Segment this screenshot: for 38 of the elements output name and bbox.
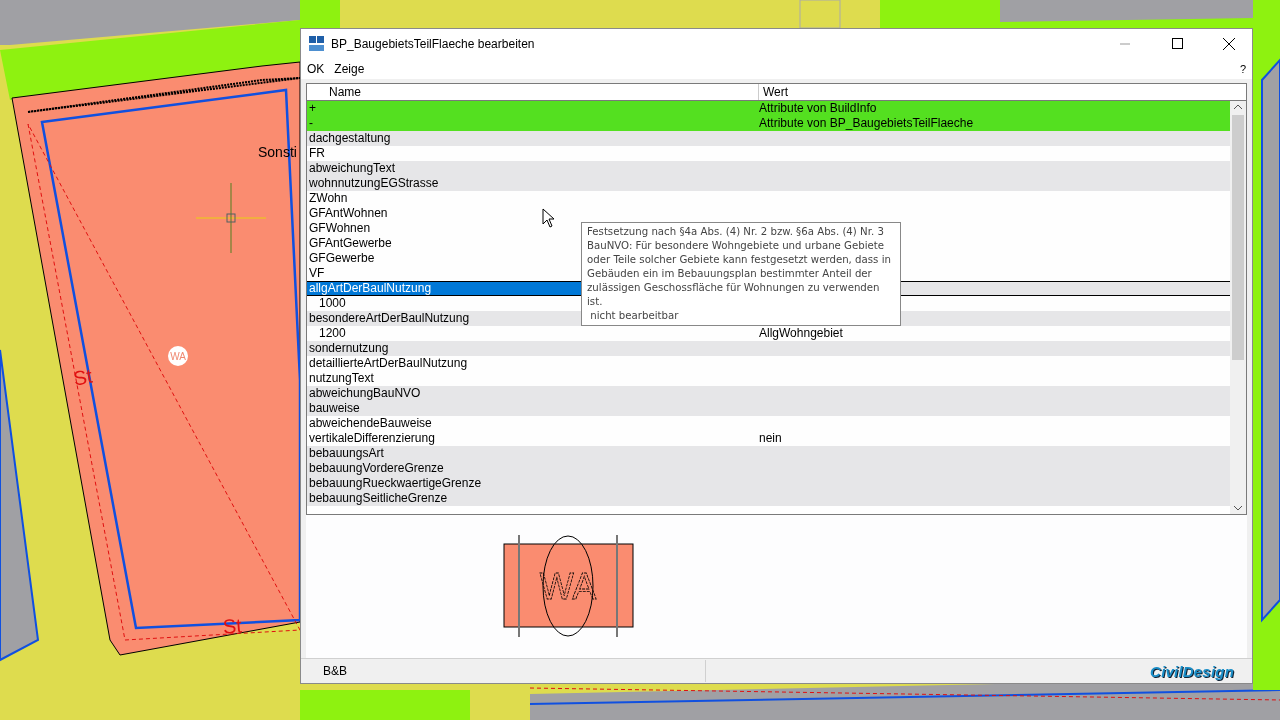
- attribute-name: VF: [309, 266, 325, 281]
- attribute-name: sondernutzung: [309, 341, 389, 356]
- tooltip-note: nicht bearbeitbar: [589, 309, 680, 323]
- attribute-value: nein: [759, 431, 782, 446]
- attribute-name: FR: [309, 146, 325, 161]
- attribute-name: bebauungsArt: [309, 446, 384, 461]
- map-label: WA: [170, 351, 186, 362]
- brand-logo-text: CivilDesign: [1150, 662, 1234, 680]
- attribute-name: vertikaleDifferenzierung: [309, 431, 435, 446]
- attribute-name: 1200: [319, 326, 346, 341]
- attribute-value: AllgWohngebiet: [759, 326, 843, 341]
- attribute-name: GFAntWohnen: [309, 206, 388, 221]
- attribute-name: GFGewerbe: [309, 251, 375, 266]
- attribute-name: bauweise: [309, 401, 360, 416]
- attribute-name: dachgestaltung: [309, 131, 391, 146]
- attribute-name: nutzungText: [309, 371, 374, 386]
- street-label: St: [222, 614, 243, 638]
- attribute-name: abweichungText: [309, 161, 396, 176]
- attribute-name: +: [309, 101, 316, 116]
- attribute-name: abweichendeBauweise: [309, 416, 432, 431]
- attribute-name: bebauungSeitlicheGrenze: [309, 491, 448, 506]
- attribute-name: ZWohn: [309, 191, 348, 206]
- attribute-name: GFWohnen: [309, 221, 371, 236]
- attribute-name: wohnnutzungEGStrasse: [309, 176, 439, 191]
- attribute-name: abweichungBauNVO: [309, 386, 421, 401]
- window-title: BP_BaugebietsTeilFlaeche bearbeiten: [331, 36, 536, 51]
- attribute-name: 1000: [319, 296, 346, 311]
- attribute-name: bebauungVordereGrenze: [309, 461, 444, 476]
- attribute-name: GFAntGewerbe: [309, 236, 392, 251]
- symbol-label: WA: [539, 565, 597, 607]
- attribute-name: besondereArtDerBaulNutzung: [309, 311, 470, 326]
- attribute-value: Attribute von BP_BaugebietsTeilFlaeche: [759, 116, 974, 131]
- attribute-value: Attribute von BuildInfo: [759, 101, 877, 116]
- status-text: B&B: [301, 660, 706, 682]
- attribute-name: -: [309, 116, 313, 131]
- street-label: St: [71, 364, 94, 390]
- attribute-name: detaillierteArtDerBaulNutzung: [309, 356, 468, 371]
- attribute-name: bebauungRueckwaertigeGrenze: [309, 476, 482, 491]
